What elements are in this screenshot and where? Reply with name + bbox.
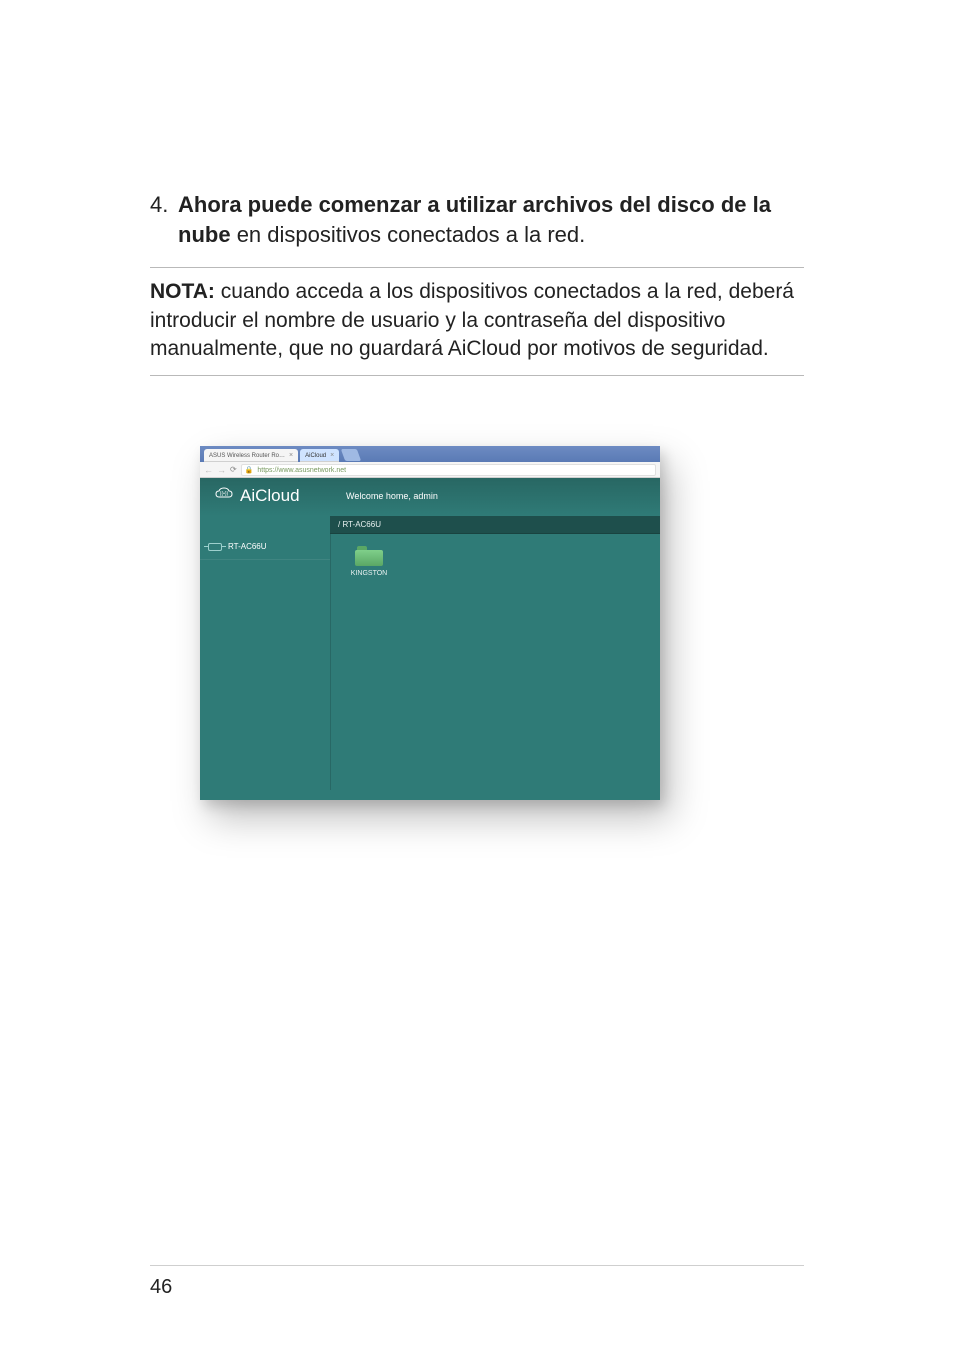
folder-label: KINGSTON	[351, 570, 387, 577]
router-icon	[208, 543, 222, 551]
instruction-step: 4. Ahora puede comenzar a utilizar archi…	[150, 190, 804, 249]
welcome-text: Welcome home, admin	[332, 491, 438, 501]
sidebar-item-device[interactable]: RT-AC66U	[200, 534, 330, 560]
tab-label: ASUS Wireless Router Ro…	[209, 453, 285, 459]
reload-icon[interactable]: ⟳	[230, 465, 237, 474]
close-icon[interactable]: ×	[289, 452, 293, 459]
url-text: https://www.asusnetwork.net	[257, 467, 346, 474]
tab-label: AiCloud	[305, 453, 326, 459]
sidebar-item-label: RT-AC66U	[228, 542, 267, 551]
browser-address-bar: ← → ⟳ 🔒 https://www.asusnetwork.net	[200, 462, 660, 478]
browser-tabstrip: ASUS Wireless Router Ro… × AiCloud ×	[200, 446, 660, 462]
lock-icon: 🔒	[245, 467, 254, 474]
instruction-rest: en dispositivos conectados a la red.	[237, 222, 586, 247]
folder-kingston[interactable]: KINGSTON	[339, 542, 399, 581]
logo-text: AiCloud	[240, 486, 300, 506]
main-pane: KINGSTON	[331, 534, 660, 790]
aicloud-app: ((•)) AiCloud Welcome home, admin / RT-A…	[200, 478, 660, 800]
note-box: NOTA: cuando acceda a los dispositivos c…	[150, 267, 804, 376]
note-text: cuando acceda a los dispositivos conecta…	[150, 280, 794, 360]
forward-icon[interactable]: →	[217, 465, 226, 475]
url-field[interactable]: 🔒 https://www.asusnetwork.net	[241, 464, 656, 476]
folder-icon	[355, 546, 383, 566]
aicloud-screenshot: ASUS Wireless Router Ro… × AiCloud × ← →…	[200, 446, 660, 800]
browser-tab-asus-router[interactable]: ASUS Wireless Router Ro… ×	[204, 449, 298, 462]
browser-tab-aicloud[interactable]: AiCloud ×	[300, 449, 339, 462]
instruction-body: Ahora puede comenzar a utilizar archivos…	[178, 190, 804, 249]
svg-text:((•)): ((•))	[220, 491, 229, 497]
new-tab-button[interactable]	[341, 449, 361, 461]
page-number: 46	[150, 1276, 172, 1298]
instruction-number: 4.	[150, 190, 178, 220]
back-icon[interactable]: ←	[204, 465, 213, 475]
aicloud-header: ((•)) AiCloud Welcome home, admin	[200, 478, 660, 516]
cloud-icon: ((•))	[214, 486, 236, 506]
aicloud-logo: ((•)) AiCloud	[214, 486, 332, 506]
sidebar: RT-AC66U	[200, 534, 331, 790]
note-label: NOTA:	[150, 280, 215, 303]
breadcrumb[interactable]: / RT-AC66U	[330, 516, 660, 534]
close-icon[interactable]: ×	[330, 452, 334, 459]
page-footer: 46	[150, 1265, 804, 1299]
